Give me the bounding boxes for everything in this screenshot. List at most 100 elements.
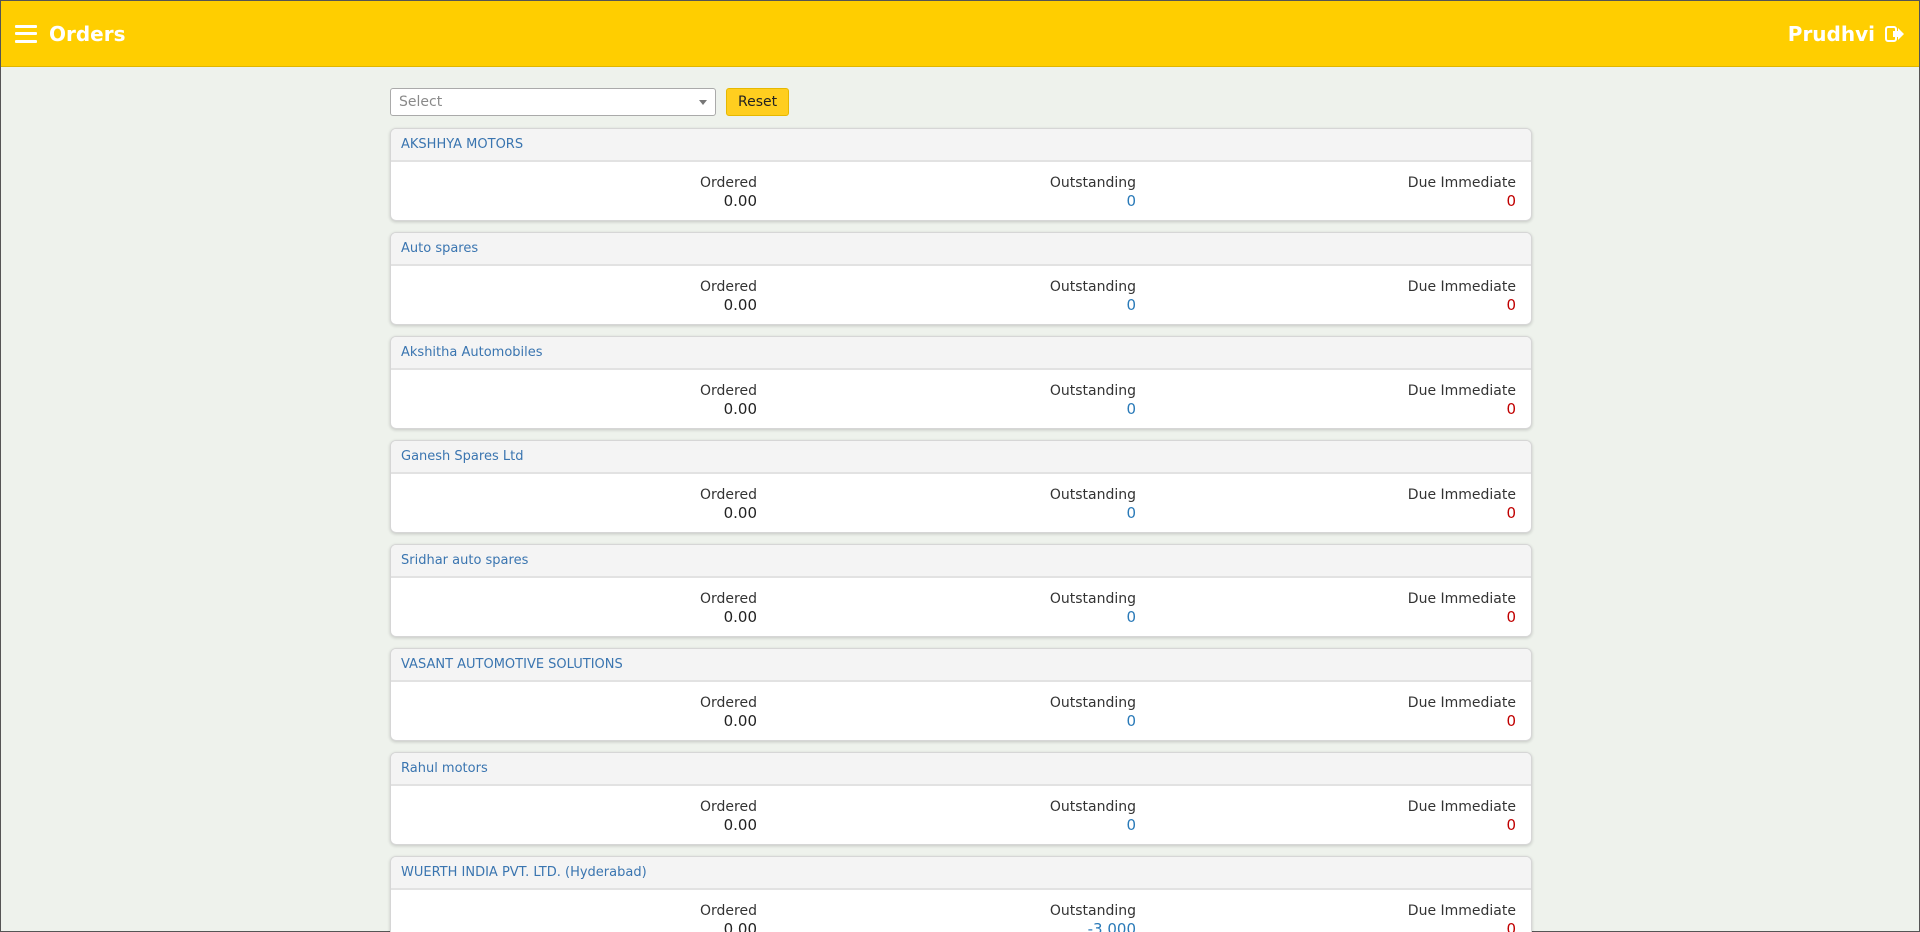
top-bar-right: Prudhvi: [1788, 22, 1905, 46]
ordered-value: 0.00: [723, 816, 757, 834]
ordered-value: 0.00: [723, 608, 757, 626]
outstanding-stat: Outstanding 0: [1050, 590, 1136, 626]
customer-card-header: Auto spares: [391, 233, 1531, 266]
due-label: Due Immediate: [1407, 903, 1516, 919]
due-label: Due Immediate: [1407, 279, 1516, 295]
ordered-stat: Ordered 0.00: [700, 798, 757, 834]
customer-card-body: Ordered 0.00 Outstanding 0 Due Immediate…: [391, 578, 1531, 636]
ordered-value: 0.00: [723, 504, 757, 522]
ordered-stat: Ordered 0.00: [700, 486, 757, 522]
filter-row: Select Reset: [390, 88, 1532, 116]
customer-card: AKSHHYA MOTORS Ordered 0.00 Outstanding …: [390, 128, 1532, 221]
customer-name-link[interactable]: Sridhar auto spares: [401, 553, 528, 568]
ordered-value: 0.00: [723, 296, 757, 314]
customer-card-header: Rahul motors: [391, 753, 1531, 786]
outstanding-value: 0: [1126, 712, 1136, 730]
outstanding-stat: Outstanding 0: [1050, 174, 1136, 210]
customer-card-body: Ordered 0.00 Outstanding 0 Due Immediate…: [391, 786, 1531, 844]
sign-out-icon[interactable]: [1885, 25, 1905, 43]
due-stat: Due Immediate 0: [1408, 902, 1516, 932]
customer-card-body: Ordered 0.00 Outstanding 0 Due Immediate…: [391, 370, 1531, 428]
outstanding-label: Outstanding: [1049, 383, 1136, 399]
top-bar-left: Orders: [15, 22, 126, 46]
due-label: Due Immediate: [1407, 799, 1516, 815]
outstanding-stat: Outstanding 0: [1050, 486, 1136, 522]
due-stat: Due Immediate 0: [1408, 694, 1516, 730]
ordered-stat: Ordered 0.00: [700, 902, 757, 932]
ordered-stat: Ordered 0.00: [700, 382, 757, 418]
customer-card: VASANT AUTOMOTIVE SOLUTIONS Ordered 0.00…: [390, 648, 1532, 741]
customer-card: Rahul motors Ordered 0.00 Outstanding 0 …: [390, 752, 1532, 845]
customer-select[interactable]: Select: [390, 88, 716, 116]
outstanding-value: 0: [1126, 400, 1136, 418]
ordered-value: 0.00: [723, 192, 757, 210]
select-placeholder: Select: [399, 94, 443, 110]
customer-name-link[interactable]: VASANT AUTOMOTIVE SOLUTIONS: [401, 657, 623, 672]
customer-name-link[interactable]: WUERTH INDIA PVT. LTD. (Hyderabad): [401, 865, 647, 880]
due-stat: Due Immediate 0: [1408, 798, 1516, 834]
customer-card: Auto spares Ordered 0.00 Outstanding 0 D…: [390, 232, 1532, 325]
customer-name-link[interactable]: Ganesh Spares Ltd: [401, 449, 523, 464]
outstanding-value: 0: [1126, 816, 1136, 834]
customer-card-header: Ganesh Spares Ltd: [391, 441, 1531, 474]
outstanding-label: Outstanding: [1049, 175, 1136, 191]
due-label: Due Immediate: [1407, 383, 1516, 399]
ordered-label: Ordered: [700, 175, 757, 191]
due-value: 0: [1506, 192, 1516, 210]
main-content: Select Reset AKSHHYA MOTORS Ordered 0.00…: [390, 67, 1532, 932]
customer-card-header: Akshitha Automobiles: [391, 337, 1531, 370]
ordered-value: 0.00: [723, 920, 757, 932]
outstanding-stat: Outstanding 0: [1050, 382, 1136, 418]
ordered-stat: Ordered 0.00: [700, 590, 757, 626]
due-value: 0: [1506, 504, 1516, 522]
ordered-value: 0.00: [723, 712, 757, 730]
due-stat: Due Immediate 0: [1408, 174, 1516, 210]
customer-card-body: Ordered 0.00 Outstanding 0 Due Immediate…: [391, 474, 1531, 532]
due-label: Due Immediate: [1407, 591, 1516, 607]
user-name: Prudhvi: [1787, 21, 1875, 46]
customer-name-link[interactable]: AKSHHYA MOTORS: [401, 137, 523, 152]
outstanding-value: 0: [1126, 504, 1136, 522]
ordered-stat: Ordered 0.00: [700, 278, 757, 314]
due-stat: Due Immediate 0: [1408, 590, 1516, 626]
outstanding-stat: Outstanding 0: [1050, 694, 1136, 730]
customer-name-link[interactable]: Auto spares: [401, 241, 478, 256]
outstanding-value: 0: [1126, 608, 1136, 626]
due-value: 0: [1506, 400, 1516, 418]
customer-card-header: VASANT AUTOMOTIVE SOLUTIONS: [391, 649, 1531, 682]
outstanding-label: Outstanding: [1049, 487, 1136, 503]
customer-card-header: WUERTH INDIA PVT. LTD. (Hyderabad): [391, 857, 1531, 890]
outstanding-value: -3,000: [1087, 920, 1136, 932]
outstanding-stat: Outstanding 0: [1050, 278, 1136, 314]
customer-card-body: Ordered 0.00 Outstanding 0 Due Immediate…: [391, 266, 1531, 324]
outstanding-stat: Outstanding 0: [1050, 798, 1136, 834]
ordered-label: Ordered: [700, 695, 757, 711]
outstanding-label: Outstanding: [1049, 695, 1136, 711]
customer-card: Sridhar auto spares Ordered 0.00 Outstan…: [390, 544, 1532, 637]
customer-card-body: Ordered 0.00 Outstanding 0 Due Immediate…: [391, 162, 1531, 220]
ordered-stat: Ordered 0.00: [700, 174, 757, 210]
chevron-down-icon: [699, 99, 707, 105]
page-title: Orders: [49, 21, 126, 46]
customer-card-header: Sridhar auto spares: [391, 545, 1531, 578]
due-label: Due Immediate: [1407, 695, 1516, 711]
due-value: 0: [1506, 816, 1516, 834]
customer-name-link[interactable]: Akshitha Automobiles: [401, 345, 543, 360]
due-stat: Due Immediate 0: [1408, 278, 1516, 314]
customer-card: Akshitha Automobiles Ordered 0.00 Outsta…: [390, 336, 1532, 429]
ordered-value: 0.00: [723, 400, 757, 418]
due-stat: Due Immediate 0: [1408, 486, 1516, 522]
outstanding-label: Outstanding: [1049, 279, 1136, 295]
ordered-label: Ordered: [700, 591, 757, 607]
ordered-label: Ordered: [700, 487, 757, 503]
customer-name-link[interactable]: Rahul motors: [401, 761, 488, 776]
ordered-label: Ordered: [700, 903, 757, 919]
outstanding-label: Outstanding: [1049, 903, 1136, 919]
customer-card-body: Ordered 0.00 Outstanding 0 Due Immediate…: [391, 682, 1531, 740]
customer-list: AKSHHYA MOTORS Ordered 0.00 Outstanding …: [390, 128, 1532, 932]
hamburger-icon[interactable]: [15, 24, 37, 43]
due-value: 0: [1506, 296, 1516, 314]
ordered-stat: Ordered 0.00: [700, 694, 757, 730]
outstanding-label: Outstanding: [1049, 591, 1136, 607]
reset-button[interactable]: Reset: [726, 88, 790, 116]
